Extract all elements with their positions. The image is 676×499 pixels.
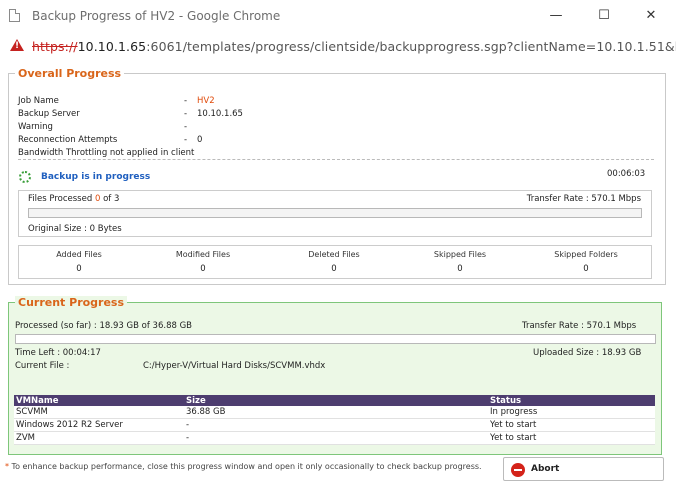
col-status: Status [488,395,655,406]
files-processed-of: of 3 [103,194,120,204]
vm-status: In progress [488,406,655,419]
uploaded-size: Uploaded Size : 18.93 GB [533,348,642,358]
files-processed-done: 0 [94,194,101,204]
spinner-icon [19,171,31,183]
file-stats-table: Added Files 0 Modified Files 0 Deleted F… [18,245,652,279]
stat-modified-value: 0 [200,264,206,274]
files-processed-box: Files Processed 0 of 3 Transfer Rate : 5… [18,190,652,237]
files-processed: Files Processed 0 of 3 [28,194,119,204]
reconnection-value: 0 [197,135,203,145]
divider [18,159,654,160]
job-name-label: Job Name [18,96,59,106]
url-text[interactable]: https://10.10.1.65:6061/templates/progre… [32,39,676,54]
elapsed-time: 00:06:03 [607,169,646,179]
current-progress-bar [15,334,656,344]
page-icon [9,9,20,22]
minimize-button[interactable]: — [535,3,577,29]
vm-name: SCVMM [14,406,184,419]
stat-skipped-files-value: 0 [457,264,463,274]
url-host: 10.10.1.65 [77,39,147,54]
url-path: :6061/templates/progress/clientside/back… [146,39,676,54]
files-processed-label: Files Processed [28,194,93,204]
maximize-button[interactable]: ☐ [583,3,625,29]
overall-progress-bar [28,208,642,218]
abort-label: Abort [531,464,560,474]
table-row: SCVMM 36.88 GB In progress [14,406,655,419]
reconnection-label: Reconnection Attempts [18,135,118,145]
address-bar[interactable]: ! https://10.10.1.65:6061/templates/prog… [0,32,676,60]
note-text: To enhance backup performance, close thi… [11,462,482,471]
overall-progress-legend: Overall Progress [15,67,125,80]
time-left: Time Left : 00:04:17 [15,348,101,358]
stat-modified-label: Modified Files [175,250,231,259]
close-button[interactable]: ✕ [630,3,672,29]
current-transfer-rate: Transfer Rate : 570.1 Mbps [522,321,637,331]
current-file-path: C:/Hyper-V/Virtual Hard Disks/SCVMM.vhdx [143,361,326,371]
vm-name: ZVM [14,431,184,445]
performance-note: * To enhance backup performance, close t… [5,462,482,471]
stat-added-value: 0 [76,264,82,274]
backup-server-sep: - [184,109,188,119]
stat-skipped-folders-label: Skipped Folders [554,250,618,259]
backup-server-value: 10.10.1.65 [197,109,243,119]
processed-so-far: Processed (so far) : 18.93 GB of 36.88 G… [15,321,193,331]
vm-table-header: VMName Size Status [14,395,655,406]
vm-status: Yet to start [488,431,655,445]
warning-exclamation: ! [15,41,20,51]
vm-size: - [184,431,488,445]
vm-name: Windows 2012 R2 Server [14,418,184,432]
table-row: Windows 2012 R2 Server - Yet to start [14,418,655,432]
vm-size: - [184,418,488,432]
stat-skipped-folders-value: 0 [583,264,589,274]
stat-added-label: Added Files [56,250,102,259]
note-star: * [5,462,9,471]
current-progress-legend: Current Progress [15,296,128,309]
abort-button[interactable]: Abort [503,457,664,481]
vm-size: 36.88 GB [184,406,488,419]
job-name-sep: - [184,96,188,106]
url-protocol: https:// [32,39,78,54]
col-size: Size [184,395,488,406]
reconnection-sep: - [184,135,188,145]
stat-deleted-value: 0 [331,264,337,274]
overall-transfer-rate: Transfer Rate : 570.1 Mbps [526,194,641,204]
vm-table: VMName Size Status SCVMM 36.88 GB In pro… [14,395,655,445]
stat-deleted-label: Deleted Files [308,250,360,259]
original-size: Original Size : 0 Bytes [28,224,122,234]
warning-label: Warning [18,122,53,132]
warning-sep: - [184,122,188,132]
vm-status: Yet to start [488,418,655,432]
col-vmname: VMName [14,395,184,406]
window-title: Backup Progress of HV2 - Google Chrome [32,9,281,23]
backup-status: Backup is in progress [41,172,151,182]
backup-server-label: Backup Server [18,109,80,119]
job-name-value: HV2 [197,96,215,106]
throttle-note: Bandwidth Throttling not applied in clie… [18,148,195,158]
title-bar: Backup Progress of HV2 - Google Chrome —… [0,0,676,32]
table-row: ZVM - Yet to start [14,431,655,445]
stop-icon [511,463,525,477]
current-file-label: Current File : [15,361,70,371]
stat-skipped-files-label: Skipped Files [433,250,487,259]
